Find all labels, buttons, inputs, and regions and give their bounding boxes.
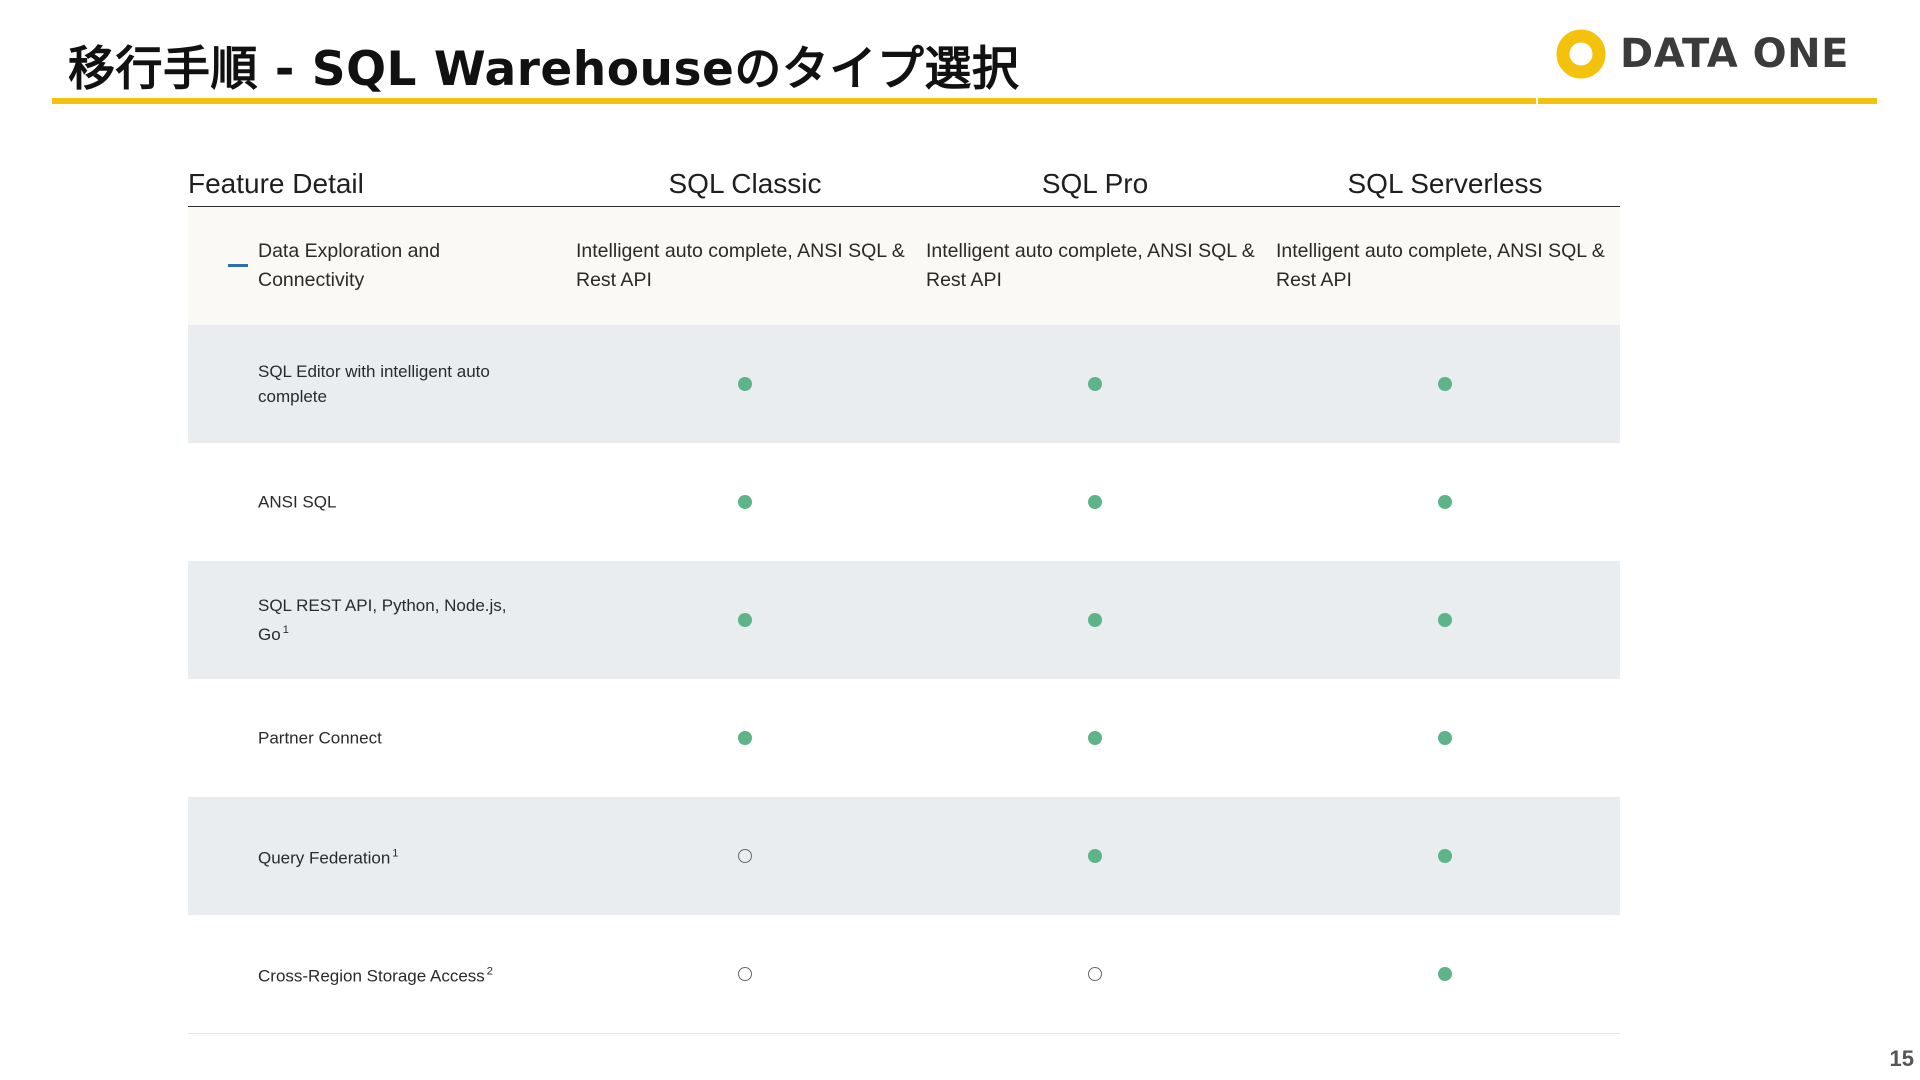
feature-label: SQL REST API, Python, Node.js, Go 1 <box>258 593 528 647</box>
feature-label-text: Query Federation <box>258 848 391 868</box>
table-row: SQL REST API, Python, Node.js, Go 1 <box>188 561 1620 679</box>
table-row: Query Federation 1 <box>188 797 1620 915</box>
filled-circle-icon-serverless <box>1438 731 1452 745</box>
feature-label: Cross-Region Storage Access 2 <box>258 960 528 989</box>
page-number: 15 <box>1889 1046 1914 1071</box>
filled-circle-icon-serverless <box>1438 377 1452 391</box>
filled-circle-icon-serverless <box>1438 849 1452 863</box>
header-feature-detail: Feature Detail <box>188 168 364 199</box>
collapse-minus-icon[interactable] <box>228 264 248 267</box>
feature-label-text: Partner Connect <box>258 728 382 748</box>
table-row: Cross-Region Storage Access 2 <box>188 915 1620 1033</box>
filled-circle-icon-classic <box>738 495 752 509</box>
filled-circle-icon-pro <box>1088 731 1102 745</box>
logo-ring-icon <box>1556 29 1606 79</box>
footnote-marker: 1 <box>282 624 289 636</box>
feature-label-text: ANSI SQL <box>258 492 337 512</box>
footnote-marker: 1 <box>392 847 399 860</box>
header-sql-pro: SQL Pro <box>1041 168 1149 199</box>
filled-circle-icon-serverless <box>1438 967 1452 981</box>
filled-circle-icon-classic <box>738 731 752 745</box>
group-row-data-exploration[interactable]: Data Exploration and Connectivity Intell… <box>188 207 1620 325</box>
group-serverless-summary: Intelligent auto complete, ANSI SQL & Re… <box>1276 240 1605 291</box>
footnote-marker: 2 <box>486 965 493 978</box>
group-label: Data Exploration and Connectivity <box>258 240 441 291</box>
feature-label-text: SQL Editor with intelligent auto complet… <box>258 362 490 406</box>
group-pro-summary: Intelligent auto complete, ANSI SQL & Re… <box>926 240 1255 291</box>
header-sql-classic: SQL Classic <box>668 168 822 199</box>
table-row: SQL Editor with intelligent auto complet… <box>188 325 1620 443</box>
filled-circle-icon-pro <box>1088 377 1102 391</box>
feature-label-text: SQL REST API, Python, Node.js, Go <box>258 596 507 644</box>
filled-circle-icon-pro <box>1088 613 1102 627</box>
table-row: ANSI SQL <box>188 443 1620 561</box>
logo-text: DATA ONE <box>1620 31 1849 77</box>
feature-rows: SQL Editor with intelligent auto complet… <box>188 325 1620 1033</box>
feature-label: ANSI SQL <box>258 490 528 515</box>
empty-circle-icon-classic <box>738 849 752 863</box>
filled-circle-icon-serverless <box>1438 495 1452 509</box>
table-header: Feature Detail SQL Classic SQL Pro SQL S… <box>188 164 1620 207</box>
title-underline <box>52 98 1877 104</box>
filled-circle-icon-classic <box>738 377 752 391</box>
filled-circle-icon-pro <box>1088 849 1102 863</box>
filled-circle-icon-serverless <box>1438 613 1452 627</box>
empty-circle-icon-classic <box>738 967 752 981</box>
empty-circle-icon-pro <box>1088 967 1102 981</box>
feature-label: Partner Connect <box>258 726 528 751</box>
filled-circle-icon-pro <box>1088 495 1102 509</box>
table-bottom-rule <box>188 1033 1620 1034</box>
feature-comparison-table: Feature Detail SQL Classic SQL Pro SQL S… <box>188 164 1620 1034</box>
feature-label: Query Federation 1 <box>258 842 528 871</box>
header-sql-serverless: SQL Serverless <box>1347 168 1543 199</box>
feature-label: SQL Editor with intelligent auto complet… <box>258 359 528 409</box>
group-classic-summary: Intelligent auto complete, ANSI SQL & Re… <box>576 240 905 291</box>
filled-circle-icon-classic <box>738 613 752 627</box>
feature-label-text: Cross-Region Storage Access <box>258 966 485 986</box>
table-row: Partner Connect <box>188 679 1620 797</box>
slide-title: 移行手順 - SQL Warehouseのタイプ選択 <box>68 42 1020 97</box>
company-logo: DATA ONE <box>1556 28 1849 80</box>
